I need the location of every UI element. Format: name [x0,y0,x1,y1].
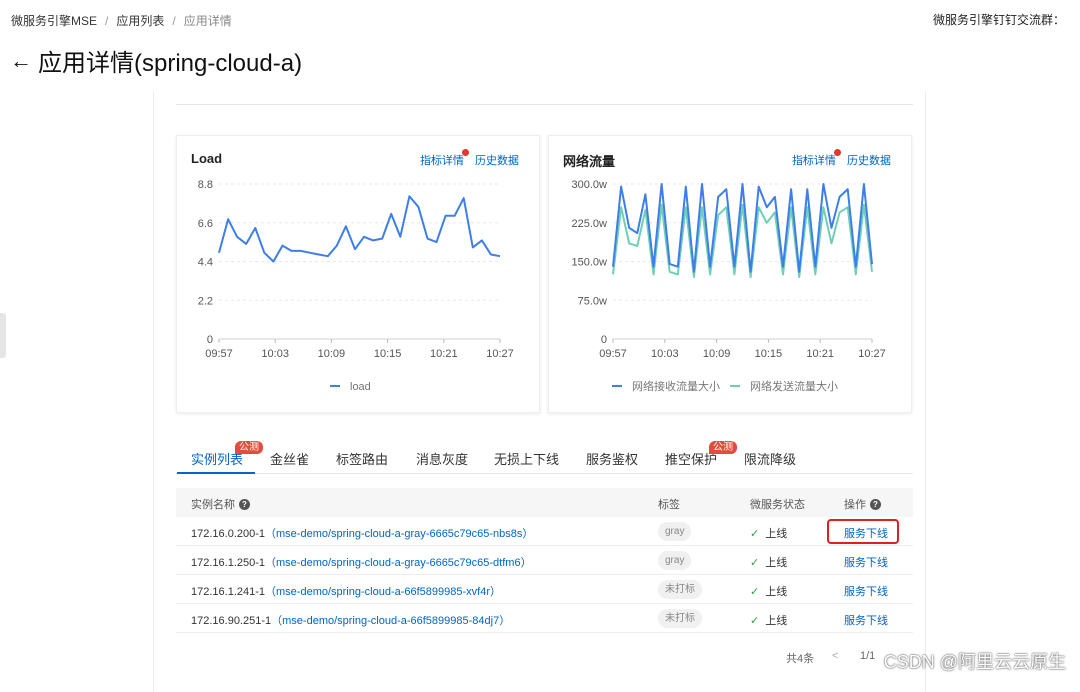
series-line [218,195,501,263]
pagination-page: 1/1 [860,650,876,662]
instance-pod-link[interactable]: （mse-demo/spring-cloud-a-gray-6665c79c65… [265,528,533,540]
y-tick-label: 4.4 [198,257,213,269]
instance-pod-link[interactable]: （mse-demo/spring-cloud-a-66f5899985-xvf4… [265,586,501,598]
sidebar-collapse-handle[interactable] [0,313,6,358]
series-line [612,203,873,278]
breadcrumb: 微服务引擎MSE / 应用列表 / 应用详情 [11,12,232,29]
tag-badge: gray [658,551,692,570]
y-tick-label: 75.0w [578,295,607,307]
legend-label[interactable]: load [350,381,371,393]
active-tab-indicator [177,472,255,474]
tag-badge: 未打标 [658,609,702,628]
tab-service-auth[interactable]: 服务鉴权 [586,449,638,468]
tag-badge: 未打标 [658,580,702,599]
instance-pod-link[interactable]: （mse-demo/spring-cloud-a-66f5899985-84dj… [271,615,510,627]
column-header-status: 微服务状态 [750,499,805,511]
network-chart-card: 网络流量 指标详情 历史数据 300.0w 225.0w 150.0w 75.0w 0 0… [548,135,912,413]
divider [176,104,913,105]
beta-badge: 公测 [235,441,263,454]
check-icon: ✓ [750,585,760,598]
tab-instance-list[interactable]: 实例列表 公测 [191,441,263,468]
y-tick-label: 8.8 [198,179,213,191]
table-row: 172.16.90.251-1（mse-demo/spring-cloud-a-… [176,604,913,633]
service-offline-button[interactable]: 服务下线 [844,612,888,628]
x-tick-label: 10:15 [374,348,402,360]
breadcrumb-current: 应用详情 [183,14,232,28]
instance-name: 172.16.90.251-1（mse-demo/spring-cloud-a-… [191,615,511,627]
column-header-tag: 标签 [658,499,680,511]
legend-label[interactable]: 网络发送流量大小 [750,379,838,393]
service-offline-button[interactable]: 服务下线 [844,525,888,541]
x-tick-label: 09:57 [205,348,233,360]
status-online: ✓ 上线 [750,556,788,570]
check-icon: ✓ [750,556,760,569]
service-offline-button[interactable]: 服务下线 [844,554,888,570]
load-line-chart: 8.8 6.6 4.4 2.2 0 09:57 10:03 10:09 10:15 10:21 10… [198,179,514,393]
y-tick-label: 150.0w [572,257,608,269]
pagination-total: 共4条 [786,653,815,665]
dingtalk-group-link[interactable]: 微服务引擎钉钉交流群： [933,11,1065,28]
breadcrumb-mse[interactable]: 微服务引擎MSE [11,12,97,29]
y-tick-label: 0 [601,334,607,346]
load-chart-card: Load 指标详情 历史数据 8.8 6.6 4.4 2.2 0 09:57 10:03 10… [176,135,540,413]
tab-message-gray[interactable]: 消息灰度 [416,449,468,468]
tab-bar: 实例列表 公测 金丝雀 标签路由 消息灰度 无损上下线 服务鉴权 推空保护 公测 限… [176,439,913,474]
x-tick-label: 10:03 [261,348,289,360]
back-arrow-icon[interactable]: ← [10,49,32,72]
x-tick-label: 10:03 [651,348,679,360]
table-row: 172.16.1.250-1（mse-demo/spring-cloud-a-g… [176,546,913,575]
help-icon[interactable]: ? [239,498,250,510]
title-row: ← 应用详情(spring-cloud-a) [10,43,302,78]
breadcrumb-separator: / [105,14,109,28]
column-header-name: 实例名称? [191,496,250,512]
x-tick-label: 10:27 [486,348,514,360]
y-tick-label: 300.0w [572,179,608,191]
tab-canary[interactable]: 金丝雀 [270,449,309,468]
watermark: CSDN @阿里云云原生 [883,652,1066,672]
main-content: Load 指标详情 历史数据 8.8 6.6 4.4 2.2 0 09:57 10:03 10… [153,92,926,692]
series-line [612,183,873,273]
x-tick-label: 10:09 [318,348,346,360]
x-tick-label: 10:09 [703,348,731,360]
tab-rate-limit[interactable]: 限流降级 [744,449,796,468]
y-tick-label: 2.2 [198,295,213,307]
x-tick-label: 10:27 [858,348,886,360]
tag-badge: gray [658,522,692,541]
status-online: ✓ 上线 [750,585,788,599]
page-title: 应用详情(spring-cloud-a) [38,50,303,77]
page-header: 微服务引擎MSE / 应用列表 / 应用详情 微服务引擎钉钉交流群： ← 应用详情(sp… [0,0,1080,92]
breadcrumb-app-list[interactable]: 应用列表 [116,12,164,29]
service-offline-button[interactable]: 服务下线 [844,583,888,599]
instance-table: 实例名称? 标签 微服务状态 操作? 172.16.0.200-1（mse-de… [176,488,913,633]
y-tick-label: 225.0w [572,218,608,230]
column-header-action: 操作? [844,496,881,512]
check-icon: ✓ [750,614,760,627]
pagination-prev-button[interactable]: < [832,650,838,662]
table-header: 实例名称? 标签 微服务状态 操作? [176,488,913,517]
tab-graceful-shutdown[interactable]: 无损上下线 [494,449,559,468]
network-line-chart: 300.0w 225.0w 150.0w 75.0w 0 09:57 10:03 10:09 1… [572,179,886,393]
x-tick-label: 10:21 [430,348,458,360]
status-online: ✓ 上线 [750,527,788,541]
instance-name: 172.16.1.241-1（mse-demo/spring-cloud-a-6… [191,586,502,598]
instance-name: 172.16.1.250-1（mse-demo/spring-cloud-a-g… [191,557,532,569]
x-tick-label: 10:21 [806,348,834,360]
legend-label[interactable]: 网络接收流量大小 [632,379,720,393]
y-tick-label: 6.6 [198,218,213,230]
x-tick-label: 09:57 [599,348,627,360]
help-icon[interactable]: ? [870,498,881,510]
status-online: ✓ 上线 [750,614,788,628]
table-row: 172.16.1.241-1（mse-demo/spring-cloud-a-6… [176,575,913,604]
instance-name: 172.16.0.200-1（mse-demo/spring-cloud-a-g… [191,528,534,540]
tab-tag-routing[interactable]: 标签路由 [336,449,388,468]
x-tick-label: 10:15 [755,348,783,360]
breadcrumb-separator: / [172,14,176,28]
y-tick-label: 0 [207,334,213,346]
beta-badge: 公测 [709,441,737,454]
instance-pod-link[interactable]: （mse-demo/spring-cloud-a-gray-6665c79c65… [265,557,532,569]
check-icon: ✓ [750,527,760,540]
table-row: 172.16.0.200-1（mse-demo/spring-cloud-a-g… [176,517,913,546]
tab-empty-push-protection[interactable]: 推空保护 公测 [665,441,737,468]
